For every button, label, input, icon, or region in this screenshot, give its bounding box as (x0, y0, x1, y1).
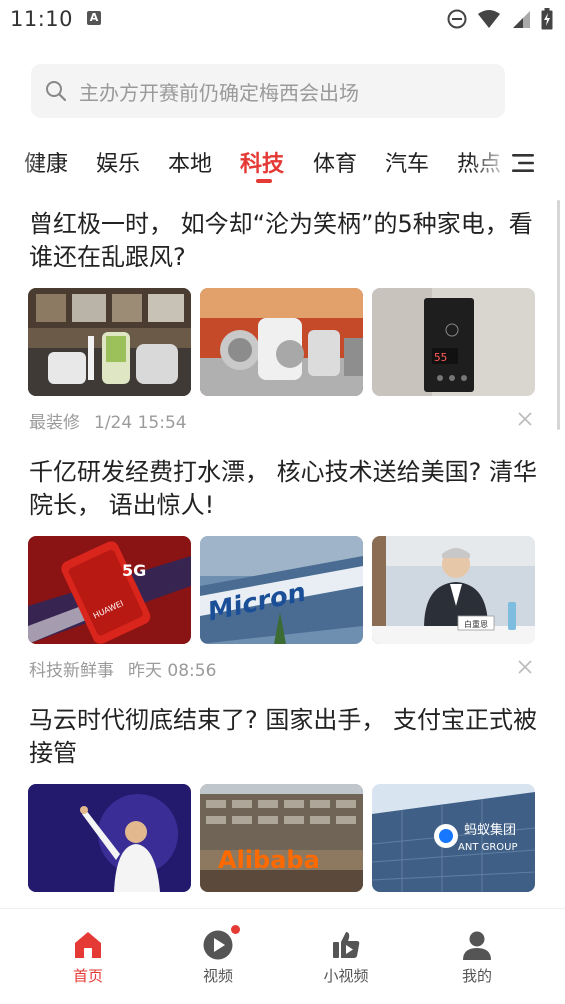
image-sign-cn: 蚂蚁集团 (464, 822, 516, 838)
tab-local[interactable]: 本地 (168, 146, 212, 178)
meat-grinder-image[interactable] (200, 288, 363, 396)
dismiss-icon[interactable] (516, 410, 534, 428)
article-source[interactable]: 最装修 (29, 413, 80, 433)
kitchen-appliances-image[interactable] (28, 288, 191, 396)
wifi-icon (478, 10, 500, 28)
nav-video-label: 视频 (202, 967, 233, 985)
battery-charging-icon (541, 8, 553, 30)
nav-home-label: 首页 (72, 967, 103, 985)
image-nameplate: 白重恩 (464, 619, 488, 629)
nav-video[interactable]: 视频 (178, 925, 258, 986)
article-source[interactable]: 科技新鲜事 (29, 661, 114, 681)
huawei-5g-phone-image[interactable]: HUAWEI 5G (28, 536, 191, 644)
article-meta: 最装修 1/24 15:54 (29, 408, 187, 433)
image-brand-text: Alibaba (218, 846, 320, 874)
dismiss-icon[interactable] (516, 658, 534, 676)
image-sign-en: ANT GROUP (458, 842, 518, 853)
nav-short-video-label: 小视频 (323, 967, 369, 985)
article-thumbnails: Alibaba 蚂蚁集团 ANT GROUP (28, 784, 537, 892)
article-title[interactable]: 马云时代彻底结束了? 国家出手， 支付宝正式被接管 (29, 704, 539, 770)
channel-menu-icon[interactable] (510, 150, 536, 176)
tab-fade-right (470, 140, 512, 188)
status-icons (447, 8, 553, 30)
image-5g-label: 5G (122, 561, 146, 580)
search-icon (46, 81, 67, 102)
active-tab-indicator (256, 179, 272, 183)
svg-text:55: 55 (434, 351, 447, 364)
tab-entertainment[interactable]: 娱乐 (96, 146, 140, 178)
do-not-disturb-icon (447, 9, 467, 29)
search-bar[interactable]: 主办方开赛前仍确定梅西会出场 (31, 64, 505, 118)
tab-technology[interactable]: 科技 (240, 146, 284, 178)
status-time: 11:10 (10, 7, 74, 31)
notification-a-icon: A (87, 11, 101, 25)
news-feed: 曾红极一时， 如今却“沦为笑柄”的5种家电，看谁还在乱跟风? 55 最装修 1/… (0, 196, 565, 908)
article-meta: 科技新鲜事 昨天 08:56 (29, 656, 216, 681)
status-bar: 11:10 A (0, 0, 565, 40)
article-time: 昨天 08:56 (128, 661, 217, 681)
article-thumbnails: HUAWEI 5G Micron 白重恩 (28, 536, 537, 644)
nav-home[interactable]: 首页 (48, 929, 128, 986)
scrollbar[interactable] (557, 200, 560, 430)
article-thumbnails: 55 (28, 288, 537, 396)
user-icon (461, 929, 493, 961)
video-play-icon (202, 925, 240, 961)
alibaba-campus-image[interactable]: Alibaba (200, 784, 363, 892)
channel-tabs: 健康 娱乐 本地 科技 体育 汽车 热点 (0, 140, 565, 188)
home-icon (72, 929, 104, 961)
water-heater-image[interactable]: 55 (372, 288, 535, 396)
article-title[interactable]: 曾红极一时， 如今却“沦为笑柄”的5种家电，看谁还在乱跟风? (29, 208, 539, 274)
cellular-signal-icon (513, 11, 530, 28)
speaker-portrait-image[interactable]: 白重恩 (372, 536, 535, 644)
notification-dot (231, 925, 240, 934)
article-title[interactable]: 千亿研发经费打水漂， 核心技术送给美国? 清华院长， 语出惊人! (29, 456, 539, 522)
micron-building-image[interactable]: Micron (200, 536, 363, 644)
article-time: 1/24 15:54 (94, 413, 187, 433)
thumbs-up-video-icon (330, 929, 362, 961)
stage-speaker-image[interactable] (28, 784, 191, 892)
tab-sports[interactable]: 体育 (313, 146, 357, 178)
nav-profile-label: 我的 (461, 967, 492, 985)
tab-fade-left (0, 140, 40, 188)
bottom-nav: 首页 视频 小视频 我的 (0, 908, 565, 1004)
tab-auto[interactable]: 汽车 (385, 146, 429, 178)
nav-profile[interactable]: 我的 (437, 929, 517, 986)
search-placeholder: 主办方开赛前仍确定梅西会出场 (79, 80, 359, 105)
nav-short-video[interactable]: 小视频 (306, 929, 386, 986)
ant-group-building-image[interactable]: 蚂蚁集团 ANT GROUP (372, 784, 535, 892)
